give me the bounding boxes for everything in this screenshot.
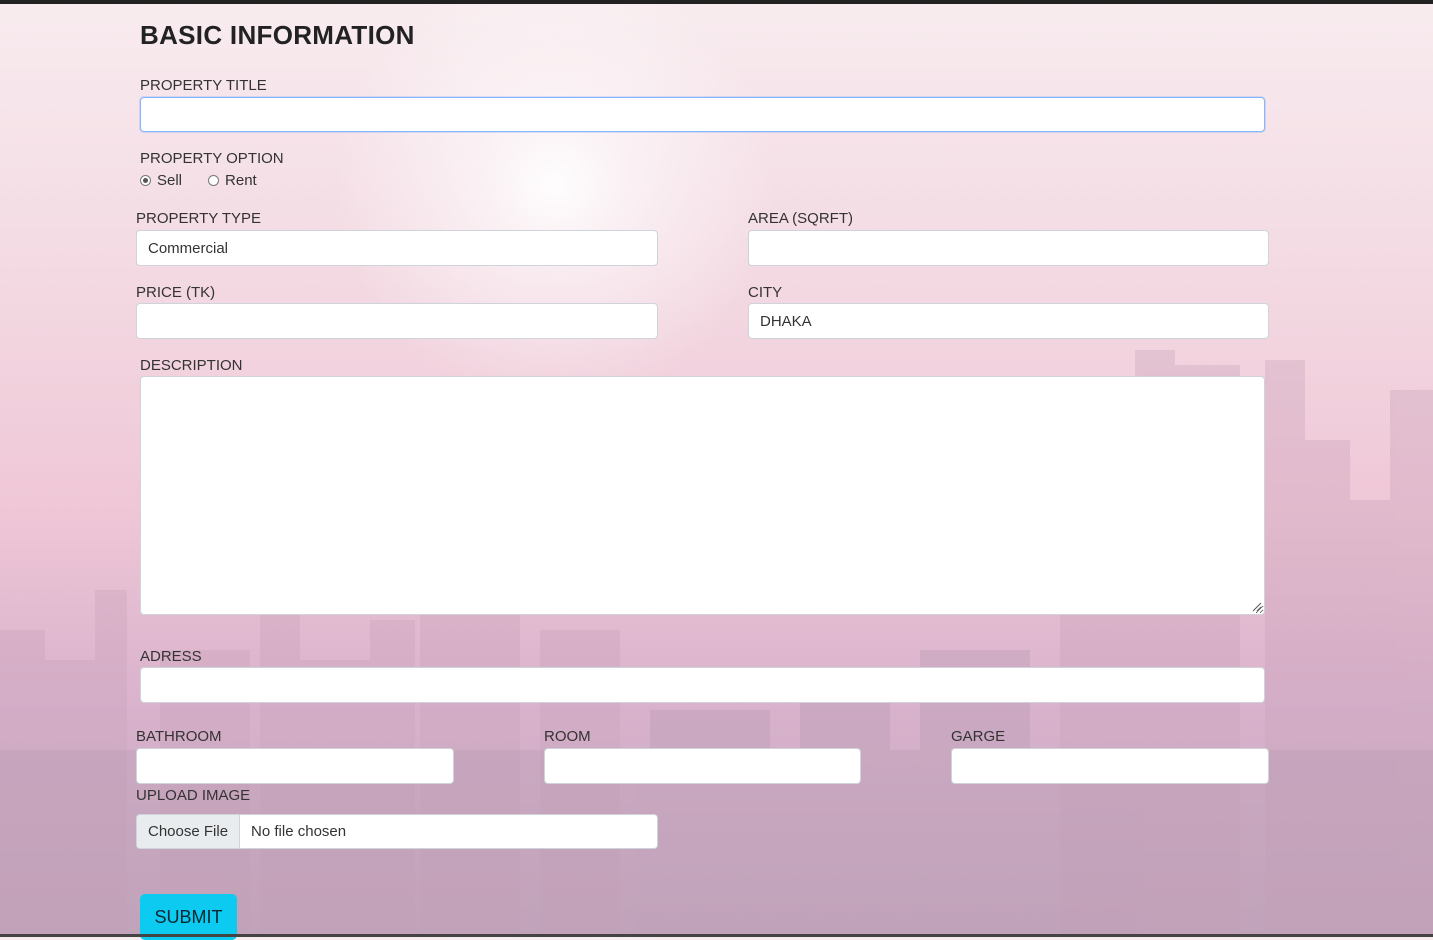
- file-upload-input[interactable]: Choose File No file chosen: [136, 814, 658, 849]
- property-title-label: PROPERTY TITLE: [140, 77, 267, 94]
- price-input[interactable]: [136, 303, 658, 339]
- city-input[interactable]: [748, 303, 1269, 339]
- page-title: BASIC INFORMATION: [140, 20, 415, 50]
- rent-radio[interactable]: [208, 175, 220, 186]
- address-input[interactable]: [140, 667, 1265, 703]
- upload-image-label: UPLOAD IMAGE: [136, 787, 251, 804]
- property-title-input[interactable]: [140, 97, 1265, 132]
- garage-input[interactable]: [951, 748, 1269, 784]
- property-type-input[interactable]: [136, 230, 658, 266]
- city-label: CITY: [748, 284, 783, 301]
- property-option-group: Sell Rent: [140, 172, 257, 189]
- description-label: DESCRIPTION: [140, 357, 243, 374]
- choose-file-button[interactable]: Choose File: [137, 815, 241, 848]
- price-label: PRICE (TK): [136, 284, 216, 301]
- bathroom-input[interactable]: [136, 748, 454, 784]
- rent-radio-label[interactable]: Rent: [225, 172, 257, 189]
- garage-label: GARGE: [951, 728, 1006, 745]
- area-input[interactable]: [748, 230, 1269, 266]
- file-status-text: No file chosen: [251, 823, 347, 840]
- room-label: ROOM: [544, 728, 591, 745]
- resize-grip-icon[interactable]: [1252, 602, 1262, 612]
- area-label: AREA (SQRFT): [748, 210, 854, 227]
- window-top-border: [0, 0, 1433, 4]
- address-label: ADRESS: [140, 648, 202, 665]
- description-textarea[interactable]: [140, 376, 1265, 615]
- room-input[interactable]: [544, 748, 861, 784]
- bathroom-label: BATHROOM: [136, 728, 222, 745]
- sell-radio[interactable]: [140, 175, 151, 186]
- sell-radio-label[interactable]: Sell: [157, 172, 182, 189]
- property-option-label: PROPERTY OPTION: [140, 150, 284, 167]
- property-type-label: PROPERTY TYPE: [136, 210, 262, 227]
